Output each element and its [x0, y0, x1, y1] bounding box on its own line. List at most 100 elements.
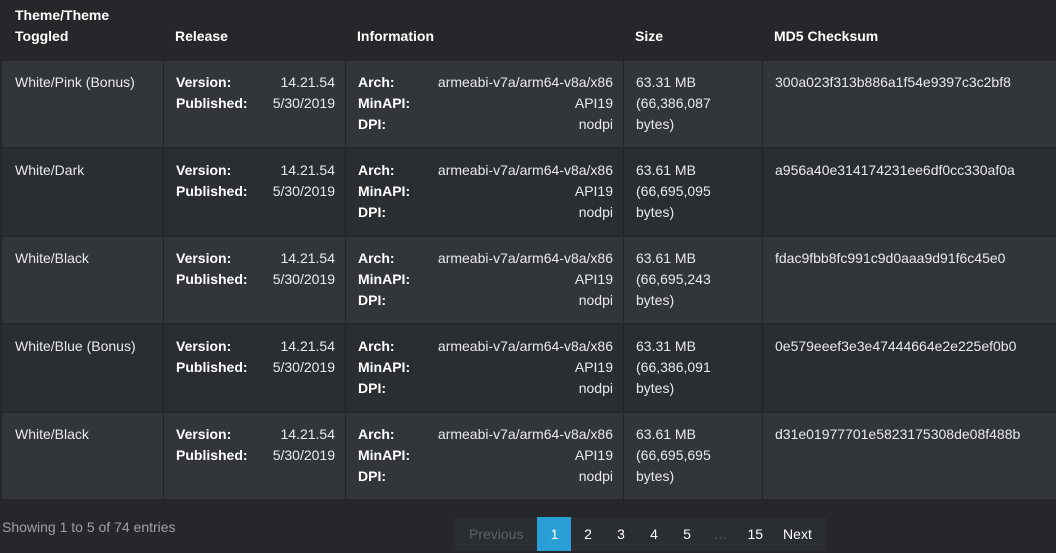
releases-table: Theme/Theme Toggled Release Information … — [2, 0, 1056, 61]
size-bytes: (66,386,087 — [636, 95, 711, 111]
cell-md5: 300a023f313b886a1f54e9397c3c2bf8 — [762, 61, 1056, 147]
size-bytes-unit: bytes) — [636, 116, 675, 132]
cell-md5: a956a40e314174231ee6df0cc330af0a — [762, 149, 1056, 235]
pagination-page-3[interactable]: 3 — [604, 517, 637, 551]
pagination: Previous 1 2 3 4 5 … 15 Next — [455, 517, 826, 551]
cell-information: Arch: armeabi-v7a/arm64-v8a/x86 MinAPI: API… — [345, 149, 623, 235]
table-row: White/Pink (Bonus) Version: 14.21.54 Publis… — [2, 61, 1056, 147]
version-label: Version: — [176, 162, 232, 178]
md5-value: d31e01977701e5823175308de08f488b — [775, 426, 1021, 442]
cell-release: Version: 14.21.54 Published: 5/30/2019 — [163, 413, 345, 499]
table-row: White/Black Version: 14.21.54 Published: 5/3… — [2, 413, 1056, 499]
arch-label: Arch: — [358, 74, 395, 90]
header-md5[interactable]: MD5 Checksum — [774, 26, 878, 47]
version-value: 14.21.54 — [280, 338, 336, 354]
version-line: Version: 14.21.54 — [176, 424, 345, 445]
table-row: White/Dark Version: 14.21.54 Published: 5/30… — [2, 149, 1056, 235]
version-value: 14.21.54 — [280, 162, 336, 178]
dpi-line: DPI: nodpi — [358, 466, 623, 487]
published-label: Published: — [176, 95, 248, 111]
cell-release: Version: 14.21.54 Published: 5/30/2019 — [163, 325, 345, 411]
pagination-ellipsis: … — [713, 526, 728, 542]
dpi-value: nodpi — [578, 116, 613, 132]
dpi-value: nodpi — [578, 380, 613, 396]
md5-value: 0e579eeef3e3e47444664e2e225ef0b0 — [775, 338, 1017, 354]
pagination-next[interactable]: Next — [773, 517, 826, 551]
pagination-previous[interactable]: Previous — [455, 517, 537, 551]
version-line: Version: 14.21.54 — [176, 72, 345, 93]
dpi-value: nodpi — [578, 468, 613, 484]
arch-line: Arch: armeabi-v7a/arm64-v8a/x86 — [358, 424, 623, 445]
size-mb: 63.61 MB — [636, 162, 696, 178]
theme-name: White/Dark — [15, 162, 85, 178]
cell-information: Arch: armeabi-v7a/arm64-v8a/x86 MinAPI: API… — [345, 413, 623, 499]
published-label: Published: — [176, 271, 248, 287]
published-value: 5/30/2019 — [272, 183, 335, 199]
version-label: Version: — [176, 426, 232, 442]
dpi-line: DPI: nodpi — [358, 114, 623, 135]
size-bytes: (66,695,243 — [636, 271, 711, 287]
published-line: Published: 5/30/2019 — [176, 445, 345, 466]
md5-value: 300a023f313b886a1f54e9397c3c2bf8 — [775, 74, 1011, 90]
cell-size: 63.61 MB (66,695,243 bytes) — [623, 237, 762, 323]
pagination-page-2[interactable]: 2 — [571, 517, 604, 551]
published-label: Published: — [176, 447, 248, 463]
pagination-page-1[interactable]: 1 — [537, 517, 572, 551]
cell-release: Version: 14.21.54 Published: 5/30/2019 — [163, 149, 345, 235]
cell-theme: White/Black — [2, 413, 163, 499]
arch-value: armeabi-v7a/arm64-v8a/x86 — [437, 250, 613, 266]
cell-size: 63.31 MB (66,386,091 bytes) — [623, 325, 762, 411]
published-line: Published: 5/30/2019 — [176, 181, 345, 202]
table-row: White/Blue (Bonus) Version: 14.21.54 Publis… — [2, 325, 1056, 411]
version-label: Version: — [176, 250, 232, 266]
arch-line: Arch: armeabi-v7a/arm64-v8a/x86 — [358, 248, 623, 269]
header-theme-line2: Toggled — [15, 28, 69, 44]
cell-md5: fdac9fbb8fc991c9d0aaa9d91f6c45e0 — [762, 237, 1056, 323]
arch-label: Arch: — [358, 162, 395, 178]
dpi-value: nodpi — [578, 204, 613, 220]
cell-size: 63.31 MB (66,386,087 bytes) — [623, 61, 762, 147]
cell-theme: White/Pink (Bonus) — [2, 61, 163, 147]
arch-line: Arch: armeabi-v7a/arm64-v8a/x86 — [358, 336, 623, 357]
header-release[interactable]: Release — [175, 26, 228, 47]
minapi-value: API19 — [574, 359, 613, 375]
minapi-line: MinAPI: API19 — [358, 357, 623, 378]
cell-theme: White/Blue (Bonus) — [2, 325, 163, 411]
header-information[interactable]: Information — [357, 26, 434, 47]
table-header: Theme/Theme Toggled Release Information … — [2, 0, 1056, 61]
table-info: Showing 1 to 5 of 74 entries — [2, 519, 176, 535]
md5-value: fdac9fbb8fc991c9d0aaa9d91f6c45e0 — [775, 250, 1006, 266]
dpi-line: DPI: nodpi — [358, 290, 623, 311]
cell-information: Arch: armeabi-v7a/arm64-v8a/x86 MinAPI: API… — [345, 325, 623, 411]
arch-value: armeabi-v7a/arm64-v8a/x86 — [437, 426, 613, 442]
arch-value: armeabi-v7a/arm64-v8a/x86 — [437, 338, 613, 354]
cell-md5: 0e579eeef3e3e47444664e2e225ef0b0 — [762, 325, 1056, 411]
arch-label: Arch: — [358, 426, 395, 442]
minapi-value: API19 — [574, 271, 613, 287]
arch-value: armeabi-v7a/arm64-v8a/x86 — [437, 74, 613, 90]
pagination-page-4[interactable]: 4 — [637, 517, 670, 551]
pagination-page-5[interactable]: 5 — [670, 517, 703, 551]
minapi-line: MinAPI: API19 — [358, 445, 623, 466]
cell-theme: White/Black — [2, 237, 163, 323]
theme-name: White/Blue (Bonus) — [15, 338, 136, 354]
version-line: Version: 14.21.54 — [176, 248, 345, 269]
published-value: 5/30/2019 — [272, 95, 335, 111]
version-value: 14.21.54 — [280, 74, 336, 90]
minapi-line: MinAPI: API19 — [358, 269, 623, 290]
minapi-label: MinAPI: — [358, 359, 411, 375]
version-line: Version: 14.21.54 — [176, 336, 345, 357]
header-theme[interactable]: Theme/Theme Toggled — [15, 5, 109, 47]
size-mb: 63.61 MB — [636, 426, 696, 442]
header-size[interactable]: Size — [635, 26, 663, 47]
size-mb: 63.61 MB — [636, 250, 696, 266]
minapi-value: API19 — [574, 95, 613, 111]
minapi-value: API19 — [574, 447, 613, 463]
size-mb: 63.31 MB — [636, 338, 696, 354]
cell-theme: White/Dark — [2, 149, 163, 235]
dpi-line: DPI: nodpi — [358, 378, 623, 399]
size-bytes-unit: bytes) — [636, 380, 675, 396]
pagination-page-15[interactable]: 15 — [737, 517, 773, 551]
size-bytes: (66,695,095 — [636, 183, 711, 199]
published-line: Published: 5/30/2019 — [176, 269, 345, 290]
